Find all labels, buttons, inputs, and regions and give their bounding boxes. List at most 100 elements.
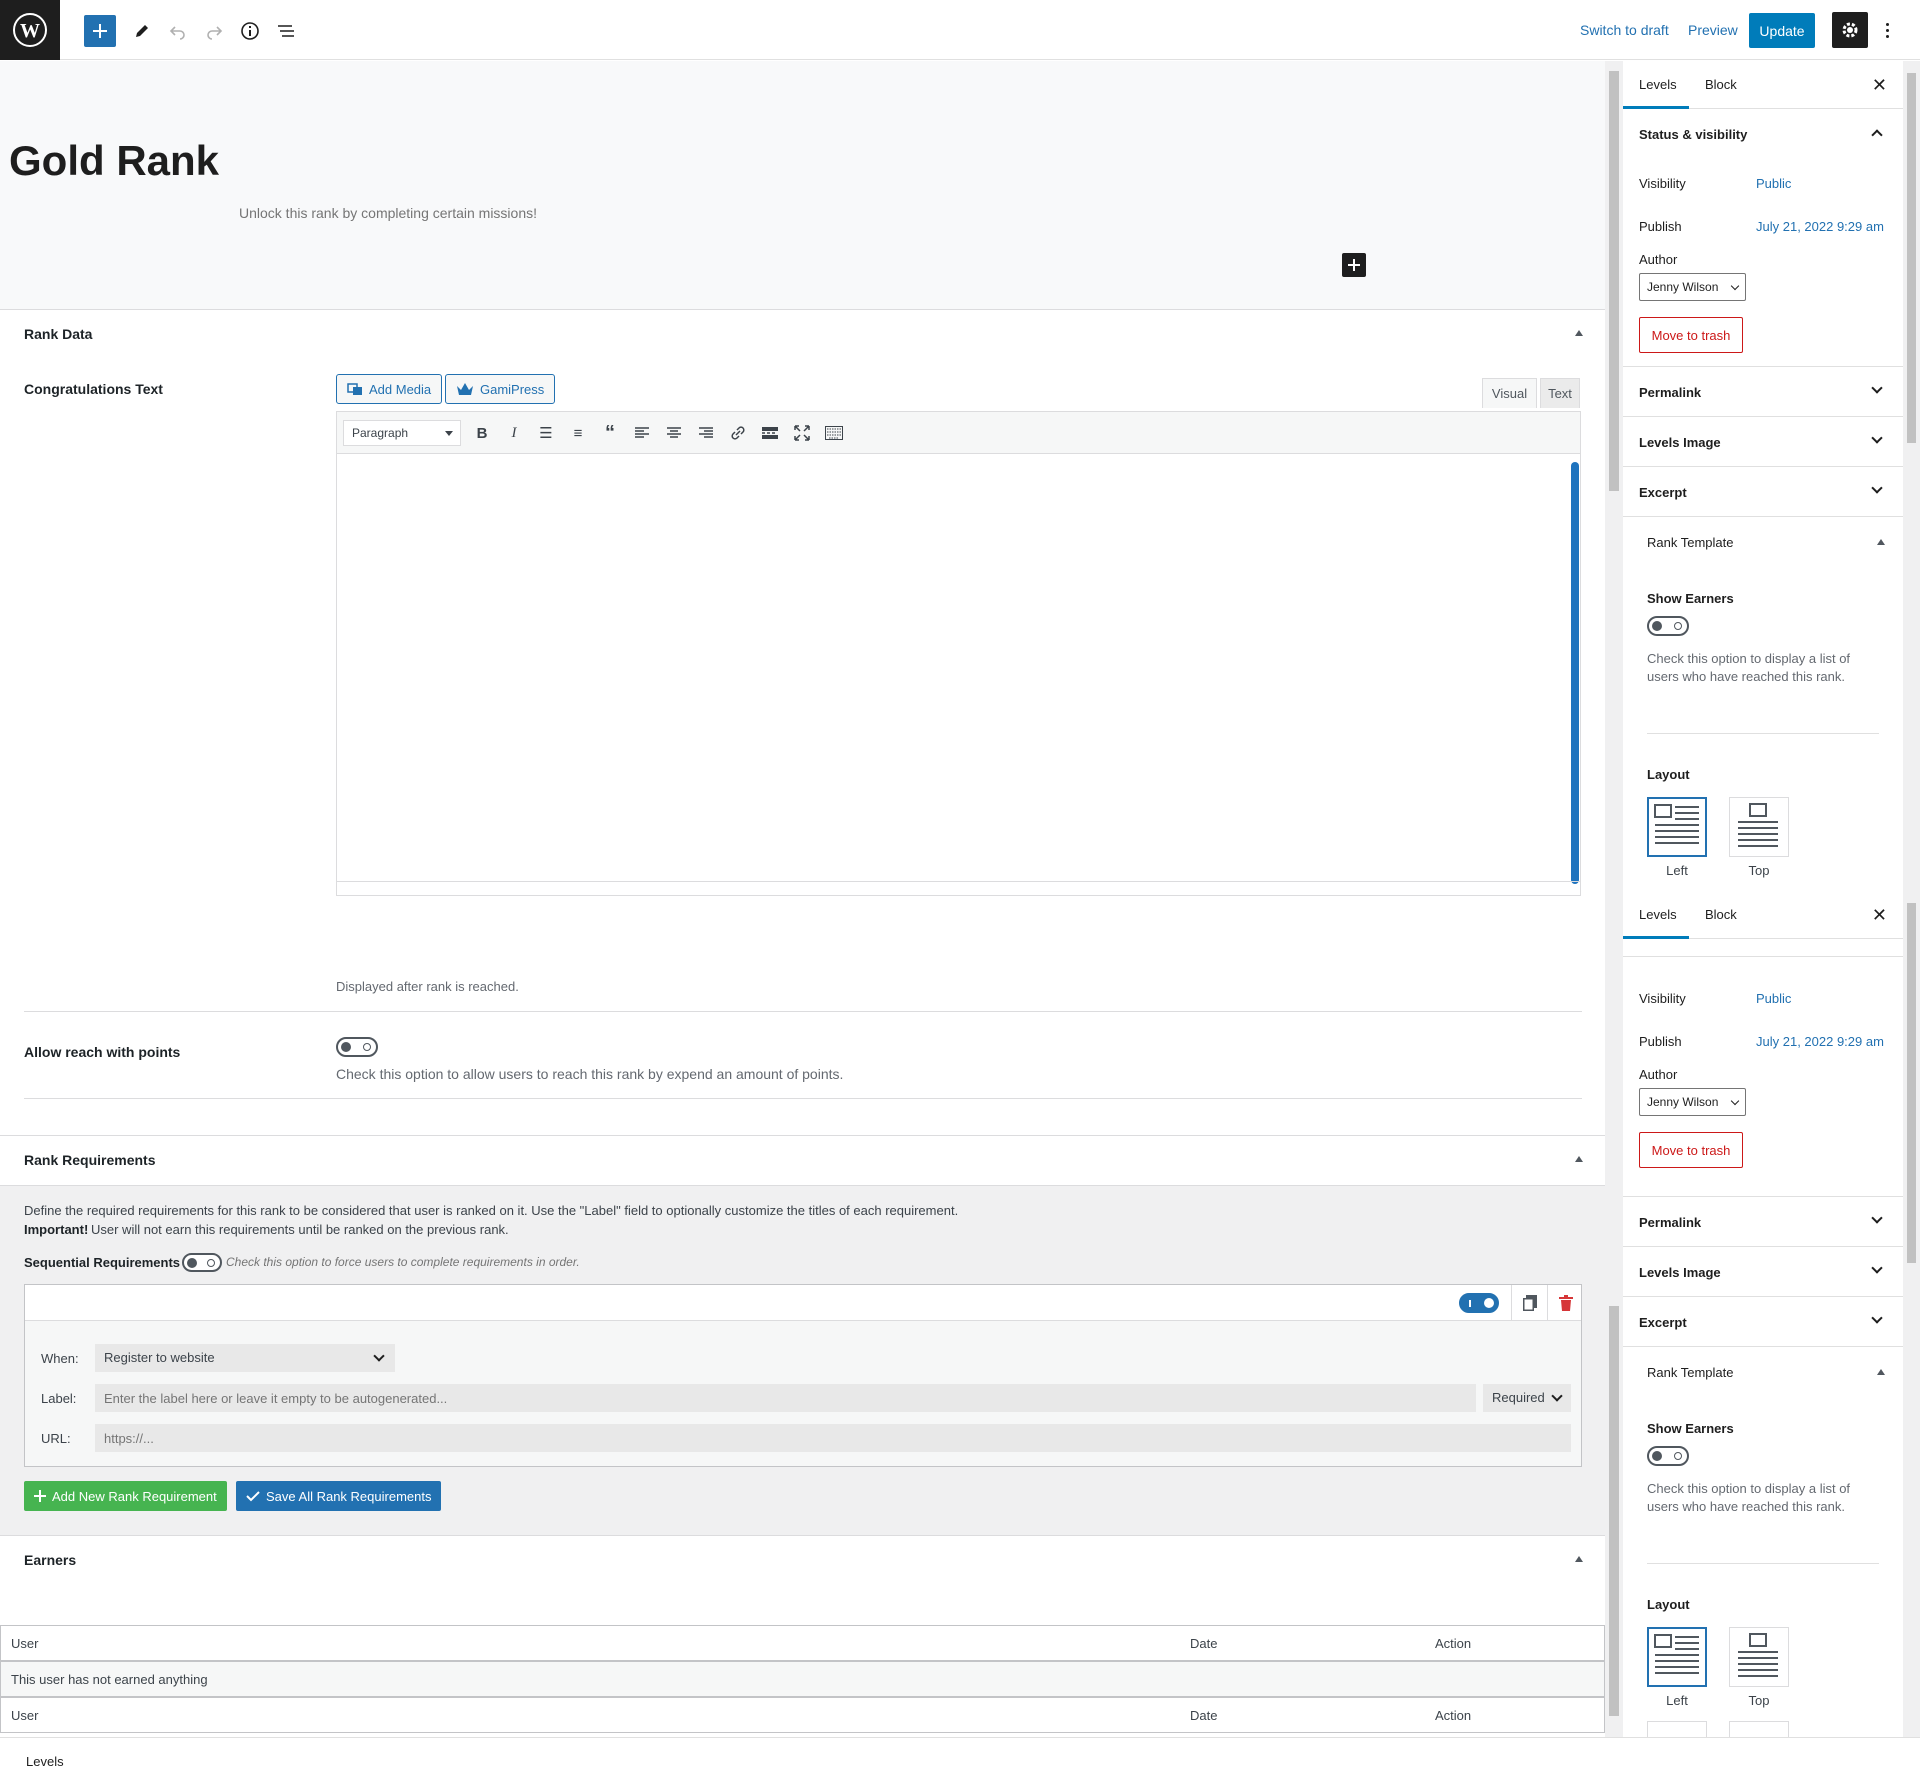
layout-top-option[interactable] [1729,797,1789,857]
tab-text[interactable]: Text [1540,378,1580,408]
options-menu-icon[interactable] [1880,16,1894,44]
tab-block[interactable]: Block [1705,907,1737,922]
close-icon[interactable]: ✕ [1872,75,1887,96]
post-subtitle[interactable]: Unlock this rank by completing certain m… [239,205,537,221]
align-left-icon[interactable] [631,422,653,444]
check-icon [246,1491,260,1502]
required-select[interactable]: Required [1483,1384,1571,1412]
collapse-arrow-icon[interactable] [1877,1369,1885,1375]
scrollbar-thumb[interactable] [1907,903,1916,1263]
switch-to-draft-button[interactable]: Switch to draft [1580,22,1669,38]
move-to-trash-button[interactable]: Move to trash [1639,1132,1743,1168]
collapse-arrow-icon[interactable] [1575,1156,1583,1162]
requirement-active-toggle[interactable] [1459,1293,1499,1313]
duplicate-button[interactable] [1511,1285,1547,1321]
move-to-trash-button[interactable]: Move to trash [1639,317,1743,353]
show-earners-toggle[interactable] [1647,1446,1689,1466]
settings-button[interactable] [1832,12,1868,48]
numbered-list-icon[interactable]: ≡ [567,422,589,444]
add-block-button[interactable] [1342,253,1366,277]
sequential-toggle[interactable] [182,1253,222,1272]
visibility-value[interactable]: Public [1756,176,1791,191]
layout-option-clipped[interactable] [1729,1721,1789,1737]
delete-button[interactable] [1547,1285,1583,1321]
read-more-icon[interactable] [759,422,781,444]
block-inserter-button[interactable] [84,15,116,47]
scrollbar-thumb[interactable] [1609,1306,1619,1716]
redo-button[interactable] [198,15,230,47]
scrollbar-thumb[interactable] [1907,73,1916,443]
toolbar-toggle-icon[interactable] [823,422,845,444]
add-media-button[interactable]: Add Media [336,374,443,404]
sidebar-scrollbar[interactable] [1903,891,1920,1737]
author-select[interactable]: Jenny Wilson [1639,273,1746,301]
collapse-arrow-icon[interactable] [1575,1556,1583,1562]
layout-left-option[interactable] [1647,1627,1707,1687]
levels-image-panel[interactable]: Levels Image [1623,417,1903,467]
undo-button[interactable] [162,15,194,47]
chevron-up-icon[interactable] [1871,129,1883,141]
tab-visual[interactable]: Visual [1482,378,1537,408]
blockquote-icon[interactable]: “ [599,422,621,444]
publish-value[interactable]: July 21, 2022 9:29 am [1756,219,1884,234]
chevron-down-icon [373,1350,385,1362]
editor-scrollbar[interactable] [1605,61,1623,1737]
congrats-text-editor[interactable] [336,453,1581,896]
excerpt-panel[interactable]: Excerpt [1623,467,1903,517]
editor-scrollbar[interactable] [1571,462,1579,884]
visibility-value[interactable]: Public [1756,991,1791,1006]
tab-levels[interactable]: Levels [1639,77,1677,92]
status-visibility-title[interactable]: Status & visibility [1639,127,1747,142]
excerpt-panel[interactable]: Excerpt [1623,1297,1903,1347]
permalink-panel[interactable]: Permalink [1623,367,1903,417]
sidebar-scrollbar[interactable] [1903,61,1920,891]
layout-left-option[interactable] [1647,797,1707,857]
breadcrumb[interactable]: Levels [26,1754,64,1769]
close-icon[interactable]: ✕ [1872,905,1887,926]
allow-points-toggle[interactable] [336,1037,378,1057]
wordpress-logo-icon[interactable]: W [0,0,60,60]
collapse-arrow-icon[interactable] [1575,330,1583,336]
align-center-icon[interactable] [663,422,685,444]
list-view-button[interactable] [270,15,302,47]
author-select[interactable]: Jenny Wilson [1639,1088,1746,1116]
show-earners-toggle[interactable] [1647,616,1689,636]
levels-image-panel[interactable]: Levels Image [1623,1247,1903,1297]
details-button[interactable] [234,15,266,47]
bullet-list-icon[interactable]: ☰ [535,422,557,444]
add-new-requirement-button[interactable]: Add New Rank Requirement [24,1481,227,1511]
link-icon[interactable] [727,422,749,444]
rank-template-title[interactable]: Rank Template [1647,535,1733,550]
table-row: This user has not earned anything [0,1661,1605,1697]
format-select[interactable]: Paragraph [343,420,461,446]
requirement-url-input[interactable] [95,1424,1571,1452]
footer-bar: Levels [0,1737,1920,1789]
permalink-panel[interactable]: Permalink [1623,1197,1903,1247]
scrollbar-thumb[interactable] [1609,71,1619,491]
when-select[interactable]: Register to website [95,1344,395,1372]
layout-option-clipped[interactable] [1647,1721,1707,1737]
label-label: Label: [41,1391,77,1406]
tools-button[interactable] [126,15,158,47]
page-title[interactable]: Gold Rank [9,137,219,185]
chevron-down-icon [1871,432,1883,444]
bold-icon[interactable]: B [471,422,493,444]
italic-icon[interactable]: I [503,422,525,444]
tab-levels[interactable]: Levels [1639,907,1677,922]
collapse-arrow-icon[interactable] [1877,539,1885,545]
permalink-title: Permalink [1639,1215,1702,1230]
publish-value[interactable]: July 21, 2022 9:29 am [1756,1034,1884,1049]
rank-template-title[interactable]: Rank Template [1647,1365,1733,1380]
align-right-icon[interactable] [695,422,717,444]
rank-template-panel: Rank Template Show Earners Check this op… [1623,1347,1903,1737]
tab-block[interactable]: Block [1705,77,1737,92]
gamipress-button[interactable]: GamiPress [445,374,556,404]
fullscreen-icon[interactable] [791,422,813,444]
requirement-label-input[interactable] [95,1384,1476,1412]
preview-button[interactable]: Preview [1688,22,1738,38]
save-all-requirements-button[interactable]: Save All Rank Requirements [236,1481,442,1511]
sequential-label: Sequential Requirements [24,1255,181,1270]
divider [1647,733,1879,734]
update-button[interactable]: Update [1749,13,1815,48]
layout-top-option[interactable] [1729,1627,1789,1687]
